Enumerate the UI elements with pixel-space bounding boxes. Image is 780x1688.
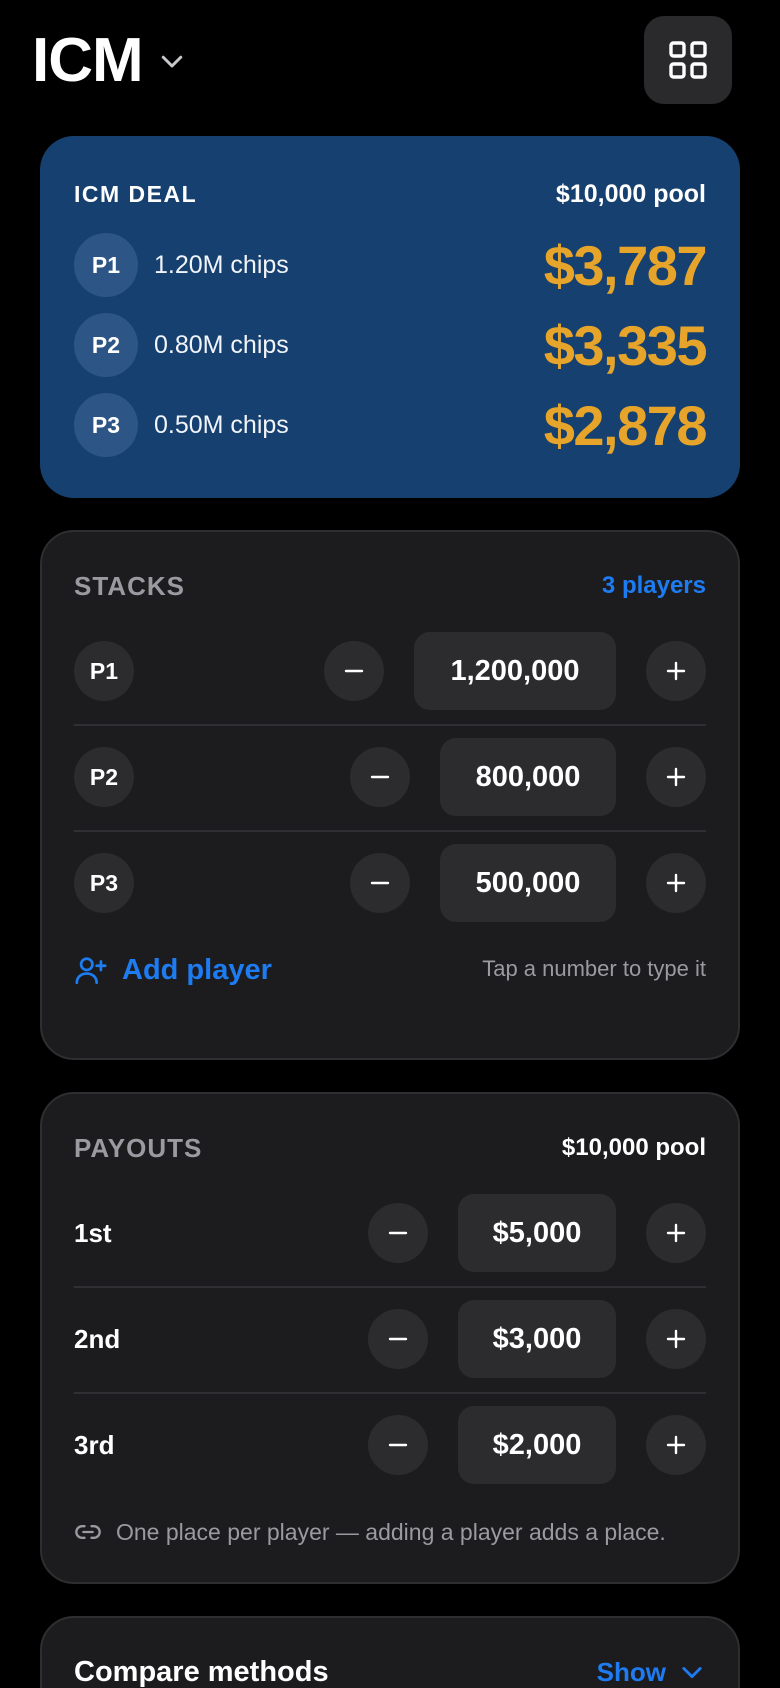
decrement-button[interactable] [368,1309,428,1369]
plus-icon [666,873,686,893]
minus-icon [388,1231,408,1235]
player-badge: P1 [74,233,138,297]
grid-menu-button[interactable] [644,16,732,104]
minus-icon [388,1443,408,1447]
compare-title: Compare methods [74,1655,329,1688]
payouts-header: PAYOUTS $10,000 pool [74,1128,706,1168]
player-badge: P2 [74,747,134,807]
player-badge: P1 [74,641,134,701]
show-compare-button[interactable]: Show [597,1657,706,1688]
add-player-button[interactable]: Add player [74,948,272,992]
deal-amount: $3,787 [543,233,708,297]
link-icon [75,1525,101,1539]
stack-row-p1: P1 1,200,000 [74,618,706,724]
deal-row-p2: P2 0.80M chips $3,335 [74,312,708,378]
deal-row-p3: P3 0.50M chips $2,878 [74,392,708,458]
decrement-button[interactable] [368,1203,428,1263]
payout-value-input[interactable]: $5,000 [458,1194,616,1272]
increment-button[interactable] [646,1203,706,1263]
header: ICM [0,0,780,120]
deal-chips: 1.20M chips [154,250,289,279]
deal-amount: $2,878 [543,393,708,457]
payout-value-input[interactable]: $2,000 [458,1406,616,1484]
deal-amount: $3,335 [543,313,708,377]
place-label: 2nd [74,1323,121,1354]
plus-icon [666,661,686,681]
icm-deal-card: ICM DEAL $10,000 pool P1 1.20M chips $3,… [40,136,740,498]
plus-icon [666,1223,686,1243]
link-note-text: One place per player — adding a player a… [116,1518,666,1545]
deal-header: ICM DEAL $10,000 pool [74,174,706,214]
plus-icon [666,1435,686,1455]
player-badge: P2 [74,313,138,377]
deal-pool: $10,000 pool [555,179,706,208]
stack-value-input[interactable]: 1,200,000 [414,632,616,710]
player-badge: P3 [74,393,138,457]
decrement-button[interactable] [350,853,410,913]
increment-button[interactable] [646,853,706,913]
payouts-title: PAYOUTS [74,1132,203,1163]
decrement-button[interactable] [350,747,410,807]
grid-icon [669,41,707,79]
minus-icon [388,1337,408,1341]
stacks-title: STACKS [74,570,185,601]
payouts-panel: PAYOUTS $10,000 pool 1st $5,000 2nd $3,0… [40,1092,740,1584]
payouts-pool: $10,000 pool [561,1134,706,1161]
payout-row-3rd: 3rd $2,000 [74,1392,706,1498]
deal-chips: 0.50M chips [154,410,289,439]
page-title: ICM [32,26,144,95]
app-screen: ICM ICM DEAL $10,000 pool P1 1.20M chips… [0,0,780,1688]
increment-button[interactable] [646,1415,706,1475]
increment-button[interactable] [646,747,706,807]
increment-button[interactable] [646,1309,706,1369]
stack-row-p3: P3 500,000 [74,830,706,936]
payout-row-2nd: 2nd $3,000 [74,1286,706,1392]
plus-icon [666,767,686,787]
decrement-button[interactable] [324,641,384,701]
edit-hint: Tap a number to type it [482,956,706,981]
player-badge: P3 [74,853,134,913]
minus-icon [370,881,390,885]
compare-panel: Compare methods Show [40,1616,740,1688]
chevron-down-icon [682,1667,702,1679]
stacks-header: STACKS 3 players [74,566,706,606]
stack-value-input[interactable]: 500,000 [440,844,616,922]
deal-label: ICM DEAL [74,180,198,207]
player-count[interactable]: 3 players [602,572,706,600]
minus-icon [370,775,390,779]
payout-value-input[interactable]: $3,000 [458,1300,616,1378]
chevron-down-icon [161,55,182,68]
stacks-panel: STACKS 3 players P1 1,200,000 P2 800,000 [40,530,740,1060]
place-label: 1st [74,1217,112,1248]
minus-icon [344,669,364,673]
payout-link-note: One place per player — adding a player a… [74,1512,666,1552]
deal-chips: 0.80M chips [154,330,289,359]
decrement-button[interactable] [368,1415,428,1475]
add-user-icon [75,957,107,985]
show-label: Show [596,1656,666,1687]
compare-header: Compare methods Show [74,1652,706,1688]
increment-button[interactable] [646,641,706,701]
add-player-label: Add player [122,953,272,986]
payout-row-1st: 1st $5,000 [74,1180,706,1286]
stack-value-input[interactable]: 800,000 [440,738,616,816]
deal-row-p1: P1 1.20M chips $3,787 [74,232,708,298]
calculator-switcher[interactable]: ICM [32,26,187,96]
plus-icon [666,1329,686,1349]
place-label: 3rd [74,1429,115,1460]
stack-row-p2: P2 800,000 [74,724,706,830]
